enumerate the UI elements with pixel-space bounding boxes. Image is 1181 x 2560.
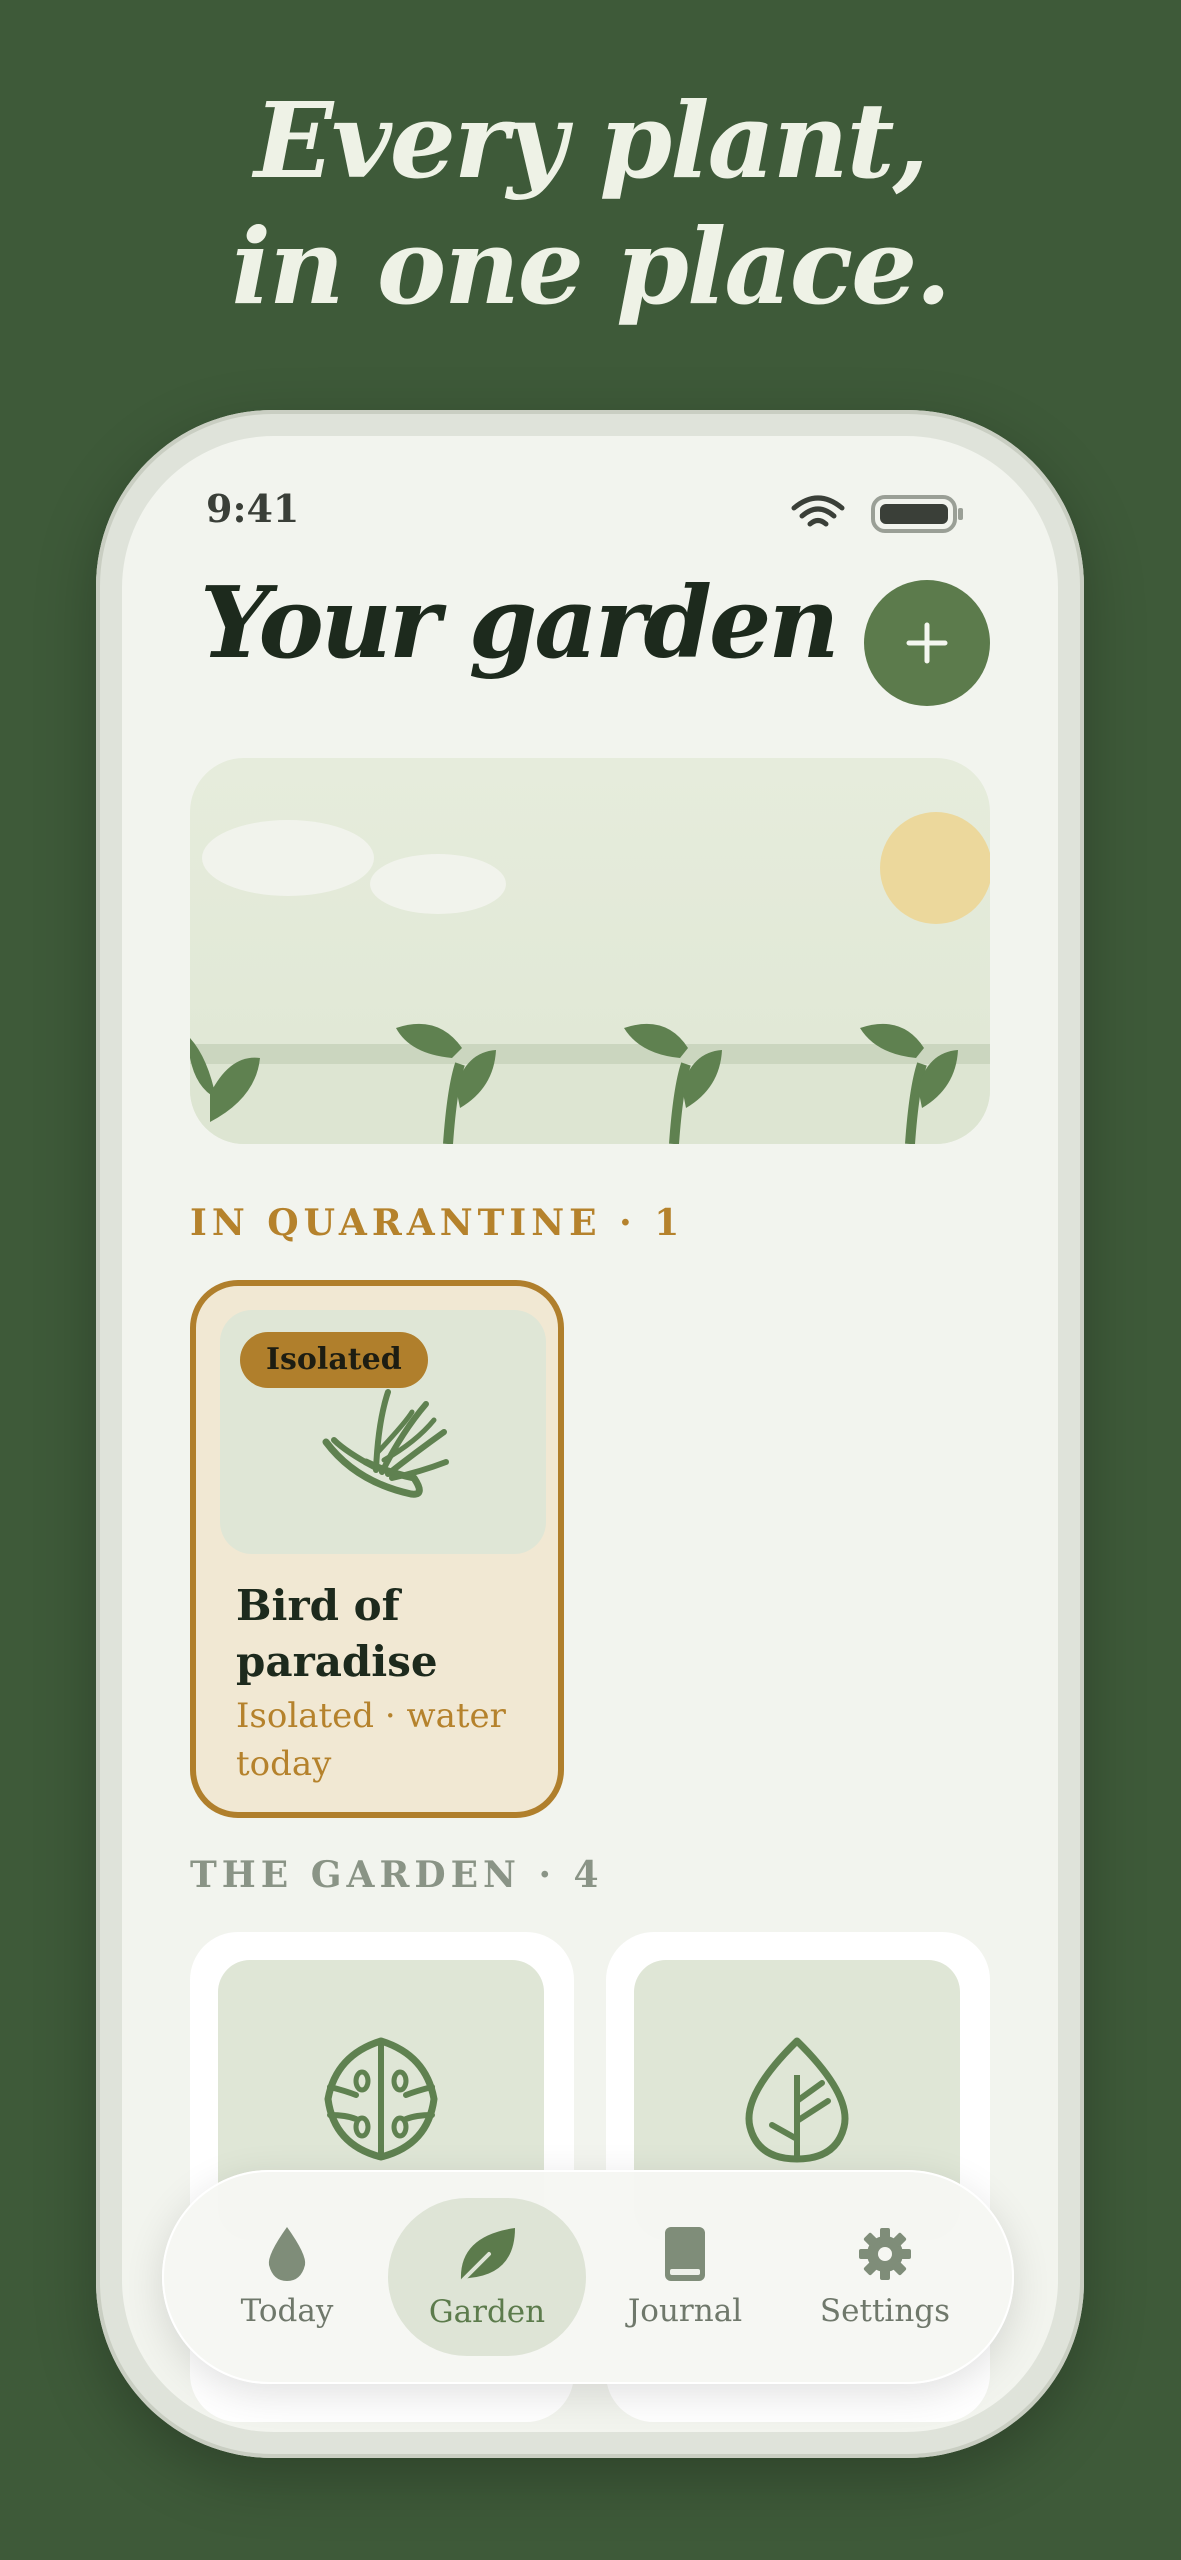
tab-garden[interactable]: Garden (388, 2198, 586, 2356)
plant-name: Bird of paradise (236, 1581, 438, 1686)
tab-label: Settings (819, 2293, 951, 2329)
marketing-headline: Every plant, in one place. (0, 78, 1181, 330)
headline-line-1: Every plant, (254, 79, 929, 202)
app-screen: 9:41 Your garden IN QUARANTINE · 1 Isola… (122, 436, 1058, 2432)
tab-label: Garden (428, 2294, 546, 2330)
plant-thumbnail: Isolated (220, 1310, 546, 1554)
tab-today[interactable]: Today (188, 2198, 386, 2356)
tab-settings[interactable]: Settings (786, 2198, 984, 2356)
isolated-badge: Isolated (240, 1332, 428, 1388)
headline-line-2: in one place. (231, 205, 952, 328)
quarantine-section-label: IN QUARANTINE · 1 (190, 1202, 685, 1244)
wifi-icon (791, 495, 845, 527)
water-drop-icon (268, 2227, 306, 2281)
status-icons (790, 492, 990, 536)
garden-section-label: THE GARDEN · 4 (190, 1854, 604, 1896)
garden-hero-illustration (190, 758, 990, 1144)
monstera-leaf-icon (324, 2037, 438, 2161)
leaf-icon (460, 2228, 515, 2282)
battery-icon (871, 495, 963, 533)
plant-status: Isolated · water today (236, 1696, 506, 1784)
status-time: 9:41 (206, 486, 300, 531)
tab-label: Today (240, 2293, 334, 2329)
plus-icon (906, 622, 948, 664)
gear-icon (859, 2228, 911, 2280)
bottom-tab-bar: Today Garden Journal Settings (162, 2170, 1014, 2384)
drop-leaf-icon (745, 2037, 849, 2163)
phone-frame: 9:41 Your garden IN QUARANTINE · 1 Isola… (96, 410, 1084, 2458)
tab-journal[interactable]: Journal (586, 2198, 784, 2356)
add-plant-button[interactable] (864, 580, 990, 706)
journal-icon (665, 2227, 705, 2281)
tab-label: Journal (627, 2293, 743, 2329)
quarantine-plant-card[interactable]: Isolated Bird of paradise Isolated · wat… (190, 1280, 564, 1818)
bird-of-paradise-icon (322, 1389, 449, 1498)
hero-scene (190, 812, 990, 1144)
page-title: Your garden (200, 566, 840, 681)
